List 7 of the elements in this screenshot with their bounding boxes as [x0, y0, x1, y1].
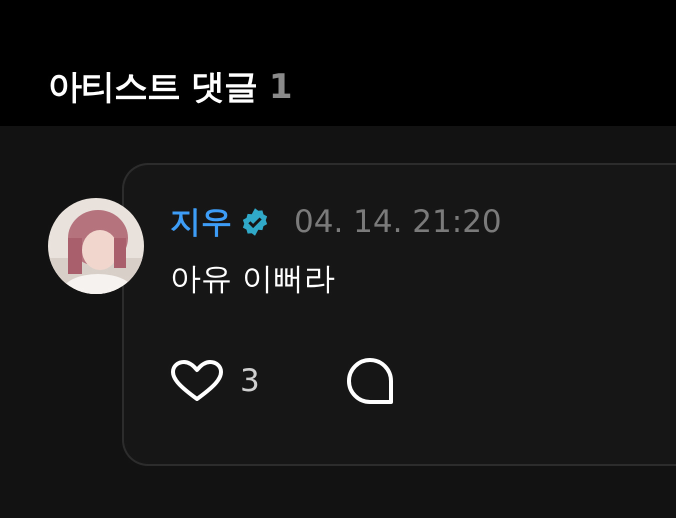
comment-date: 04. 14. 21:20 — [294, 206, 502, 238]
comment-icon[interactable] — [346, 357, 394, 405]
author-name: 지우 — [170, 206, 232, 238]
comment-text: 아유 이뻐라 — [170, 264, 336, 295]
section-title: 아티스트 댓글 — [48, 70, 257, 104]
like-button[interactable]: 3 — [170, 359, 260, 403]
comment-count: 1 — [268, 70, 293, 104]
